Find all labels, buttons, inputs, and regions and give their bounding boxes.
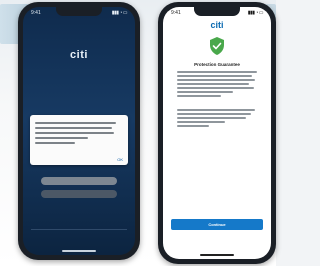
alert-dialog: OK xyxy=(30,115,128,165)
dialog-text-line xyxy=(35,137,88,139)
signal-icon: ▮▮▮ ◔ ▭ xyxy=(247,10,264,16)
description-paragraph xyxy=(177,69,257,97)
notch xyxy=(194,7,240,16)
dialog-text-line xyxy=(35,142,75,144)
dialog-text-line xyxy=(35,132,115,134)
phone-right-screen: 9:41 ▮▮▮ ◔ ▭ citi Protection Guarantee C… xyxy=(163,7,271,259)
page-title: Protection Guarantee xyxy=(194,62,240,67)
citi-logo: citi xyxy=(210,20,224,30)
dialog-text-line xyxy=(35,127,113,129)
notch xyxy=(56,7,102,16)
description-paragraph xyxy=(177,107,257,127)
dialog-ok-button[interactable]: OK xyxy=(117,157,123,162)
dialog-text-line xyxy=(35,122,116,124)
phone-right: 9:41 ▮▮▮ ◔ ▭ citi Protection Guarantee C… xyxy=(158,2,276,264)
phone-left-screen: 9:41 ▮▮▮ ◔ ▭ citi OK xyxy=(23,7,135,255)
citi-logo: citi xyxy=(70,49,88,61)
continue-button[interactable]: Continue xyxy=(171,219,263,230)
signal-icon: ▮▮▮ ◔ ▭ xyxy=(111,10,128,16)
home-indicator xyxy=(62,250,96,252)
phone-left: 9:41 ▮▮▮ ◔ ▭ citi OK xyxy=(18,2,140,260)
status-time: 9:41 xyxy=(31,10,41,16)
primary-button[interactable] xyxy=(41,177,117,185)
status-time: 9:41 xyxy=(171,10,181,16)
secondary-button[interactable] xyxy=(41,190,117,198)
shield-check-icon xyxy=(210,37,224,55)
home-indicator xyxy=(200,254,234,256)
divider xyxy=(31,229,127,230)
